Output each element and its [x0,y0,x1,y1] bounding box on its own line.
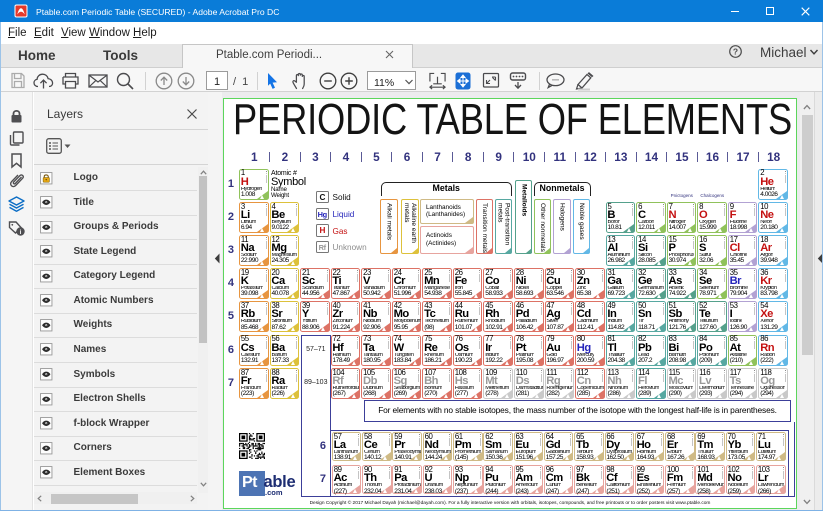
svg-text:i: i [20,229,22,236]
svg-text:?: ? [733,47,738,57]
